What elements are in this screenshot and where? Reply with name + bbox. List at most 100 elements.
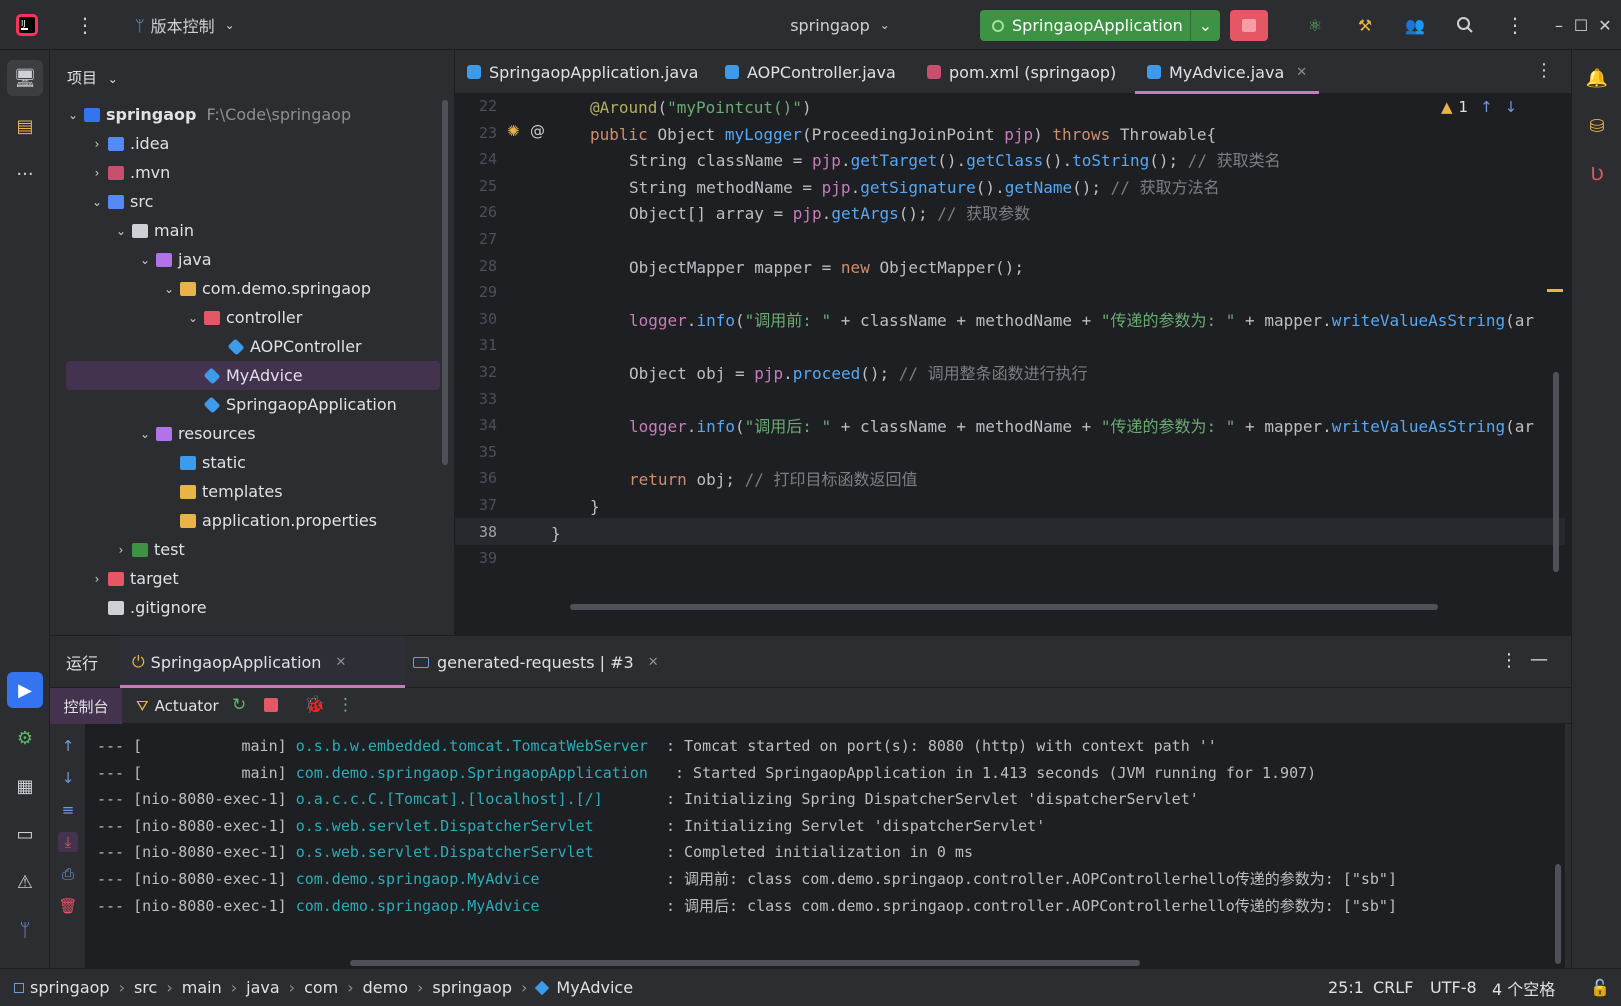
tree-item[interactable]: application.properties bbox=[50, 506, 445, 535]
more-icon[interactable]: ⋮ bbox=[1500, 10, 1530, 40]
build-tools-icon[interactable]: ⚒ bbox=[1350, 10, 1380, 40]
console-output[interactable]: --- [ main] o.s.b.w.embedded.tomcat.Tomc… bbox=[85, 724, 1565, 969]
run-tab-springaop[interactable]: ⏻ SpringaopApplication ✕ bbox=[120, 636, 405, 688]
log-logger[interactable]: o.a.c.c.C.[Tomcat].[localhost].[/] bbox=[296, 790, 657, 808]
maximize-icon[interactable]: ☐ bbox=[1572, 10, 1590, 40]
database-icon[interactable]: ⛁ bbox=[1579, 108, 1615, 144]
more-tools-icon[interactable]: ··· bbox=[7, 156, 43, 192]
close-tab-icon[interactable]: ✕ bbox=[335, 655, 346, 670]
chevron-right-icon[interactable]: › bbox=[114, 543, 128, 557]
editor-tab[interactable]: SpringaopApplication.java bbox=[455, 50, 710, 94]
log-logger[interactable]: o.s.b.w.embedded.tomcat.TomcatWebServer bbox=[296, 737, 657, 755]
breadcrumb-item[interactable]: src bbox=[134, 978, 157, 997]
log-logger[interactable]: o.s.web.servlet.DispatcherServlet bbox=[296, 843, 657, 861]
vcs-widget[interactable]: ᛘ 版本控制 ⌄ bbox=[135, 10, 265, 40]
breadcrumb-item[interactable]: java bbox=[246, 978, 280, 997]
chevron-down-icon[interactable]: ⌄ bbox=[138, 427, 152, 441]
scroll-down-icon[interactable]: ↓ bbox=[58, 768, 78, 788]
chevron-right-icon[interactable]: › bbox=[90, 166, 104, 180]
soft-wrap-icon[interactable]: ≡ bbox=[58, 800, 78, 820]
breadcrumb-item[interactable]: MyAdvice bbox=[556, 978, 633, 997]
tree-item[interactable]: ⌄ com.demo.springaop bbox=[50, 274, 445, 303]
debug-atom-icon[interactable]: ⚛ bbox=[1300, 10, 1330, 40]
tab-more-icon[interactable]: ⋮ bbox=[1535, 60, 1553, 81]
tree-item[interactable]: ⌄ src bbox=[50, 187, 445, 216]
breadcrumb-item[interactable]: com bbox=[304, 978, 338, 997]
tree-item[interactable]: static bbox=[50, 448, 445, 477]
console-tab[interactable]: 控制台 bbox=[50, 688, 122, 724]
stop-button[interactable] bbox=[1230, 10, 1268, 41]
tree-item[interactable]: ⌄ springaop F:\Code\springaop bbox=[50, 100, 445, 129]
console-more-icon[interactable]: ⋮ bbox=[337, 695, 354, 715]
tree-item[interactable]: AOPController bbox=[50, 332, 445, 361]
log-logger[interactable]: o.s.web.servlet.DispatcherServlet bbox=[296, 817, 657, 835]
close-tab-icon[interactable]: ✕ bbox=[648, 655, 659, 670]
breadcrumb-item[interactable]: springaop bbox=[30, 978, 110, 997]
main-menu-icon[interactable]: ⋮ bbox=[70, 10, 100, 40]
close-icon[interactable]: ✕ bbox=[1596, 10, 1614, 40]
tree-item[interactable]: ⌄ main bbox=[50, 216, 445, 245]
editor-tab[interactable]: MyAdvice.java ✕ bbox=[1135, 50, 1320, 94]
breadcrumb-item[interactable]: demo bbox=[363, 978, 408, 997]
intellij-logo-icon[interactable]: IJ bbox=[12, 10, 42, 40]
project-scrollbar[interactable] bbox=[442, 100, 448, 465]
structure-tool-icon[interactable]: ▤ bbox=[7, 108, 43, 144]
debug-icon[interactable]: 🐞 bbox=[304, 695, 325, 715]
log-logger[interactable]: com.demo.springaop.SpringaopApplication bbox=[296, 764, 666, 782]
chevron-right-icon[interactable]: › bbox=[90, 137, 104, 151]
search-icon[interactable] bbox=[1450, 10, 1480, 40]
editor-vertical-scrollbar[interactable] bbox=[1553, 372, 1559, 572]
breadcrumb-item[interactable]: springaop bbox=[432, 978, 512, 997]
database-tool-icon[interactable]: ▦ bbox=[7, 768, 43, 804]
git-tool-icon[interactable]: ᛘ bbox=[7, 912, 43, 948]
caret-position[interactable]: 25:1 bbox=[1328, 978, 1364, 997]
editor-tab[interactable]: pom.xml (springaop) bbox=[915, 50, 1128, 94]
project-panel-header[interactable]: 项目 ⌄ bbox=[67, 67, 118, 88]
tree-item[interactable]: templates bbox=[50, 477, 445, 506]
console-vertical-scrollbar[interactable] bbox=[1555, 864, 1561, 964]
tree-item[interactable]: › .mvn bbox=[50, 158, 445, 187]
close-tab-icon[interactable]: ✕ bbox=[1296, 65, 1307, 80]
tree-item[interactable]: ⌄ java bbox=[50, 245, 445, 274]
tree-item[interactable]: ⌄ resources bbox=[50, 419, 445, 448]
chevron-down-icon[interactable]: ⌄ bbox=[138, 253, 152, 267]
maven-icon[interactable]: Ʋ bbox=[1579, 156, 1615, 192]
editor-horizontal-scrollbar[interactable] bbox=[570, 604, 1438, 610]
project-tool-icon[interactable]: 🖥 bbox=[7, 60, 43, 96]
chevron-down-icon[interactable]: ⌄ bbox=[114, 224, 128, 238]
tree-item[interactable]: SpringaopApplication bbox=[50, 390, 445, 419]
tree-item[interactable]: › target bbox=[50, 564, 445, 593]
aop-advice-gutter-icon[interactable]: ✺ bbox=[507, 122, 520, 140]
minimize-icon[interactable]: – bbox=[1550, 10, 1568, 40]
chevron-down-icon[interactable]: ⌄ bbox=[162, 282, 176, 296]
previous-highlight-icon[interactable]: ↑ bbox=[1480, 98, 1493, 116]
print-icon[interactable]: ⎙ bbox=[58, 864, 78, 884]
chevron-down-icon[interactable]: ⌄ bbox=[66, 108, 80, 122]
tree-item[interactable]: ⌄ controller bbox=[50, 303, 445, 332]
clear-all-icon[interactable]: 🗑 bbox=[58, 896, 78, 916]
scroll-to-end-icon[interactable]: ⤓ bbox=[58, 832, 78, 852]
log-logger[interactable]: com.demo.springaop.MyAdvice bbox=[296, 897, 657, 915]
chevron-down-icon[interactable]: ⌄ bbox=[1190, 10, 1220, 41]
services-tool-icon[interactable]: ⚙ bbox=[7, 720, 43, 756]
editor-tab[interactable]: AOPController.java bbox=[713, 50, 908, 94]
notifications-icon[interactable]: 🔔 bbox=[1579, 60, 1615, 96]
terminal-tool-icon[interactable]: ▭ bbox=[7, 816, 43, 852]
project-widget[interactable]: springaop ⌄ bbox=[780, 10, 900, 40]
inspection-widget[interactable]: ▲ 1 ↑ ↓ bbox=[1441, 98, 1517, 116]
log-logger[interactable]: com.demo.springaop.MyAdvice bbox=[296, 870, 657, 888]
scroll-up-icon[interactable]: ↑ bbox=[58, 736, 78, 756]
annotation-gutter-icon[interactable]: @ bbox=[530, 122, 545, 140]
line-separator[interactable]: CRLF bbox=[1373, 978, 1413, 997]
chevron-right-icon[interactable]: › bbox=[90, 572, 104, 586]
stop-icon[interactable] bbox=[264, 698, 278, 712]
rerun-icon[interactable]: ↻ bbox=[232, 695, 246, 715]
run-tab-generated-requests[interactable]: generated-requests | #3 ✕ bbox=[413, 636, 659, 688]
actuator-tab[interactable]: ⛛ Actuator bbox=[136, 688, 219, 724]
tree-item[interactable]: › .idea bbox=[50, 129, 445, 158]
tree-item-selected[interactable]: MyAdvice bbox=[66, 361, 440, 390]
tree-item[interactable]: .gitignore bbox=[50, 593, 445, 622]
run-configuration-selector[interactable]: SpringaopApplication ⌄ bbox=[980, 10, 1220, 41]
read-only-lock-icon[interactable]: 🔓 bbox=[1590, 978, 1610, 997]
run-tool-icon[interactable]: ▶ bbox=[7, 672, 43, 708]
